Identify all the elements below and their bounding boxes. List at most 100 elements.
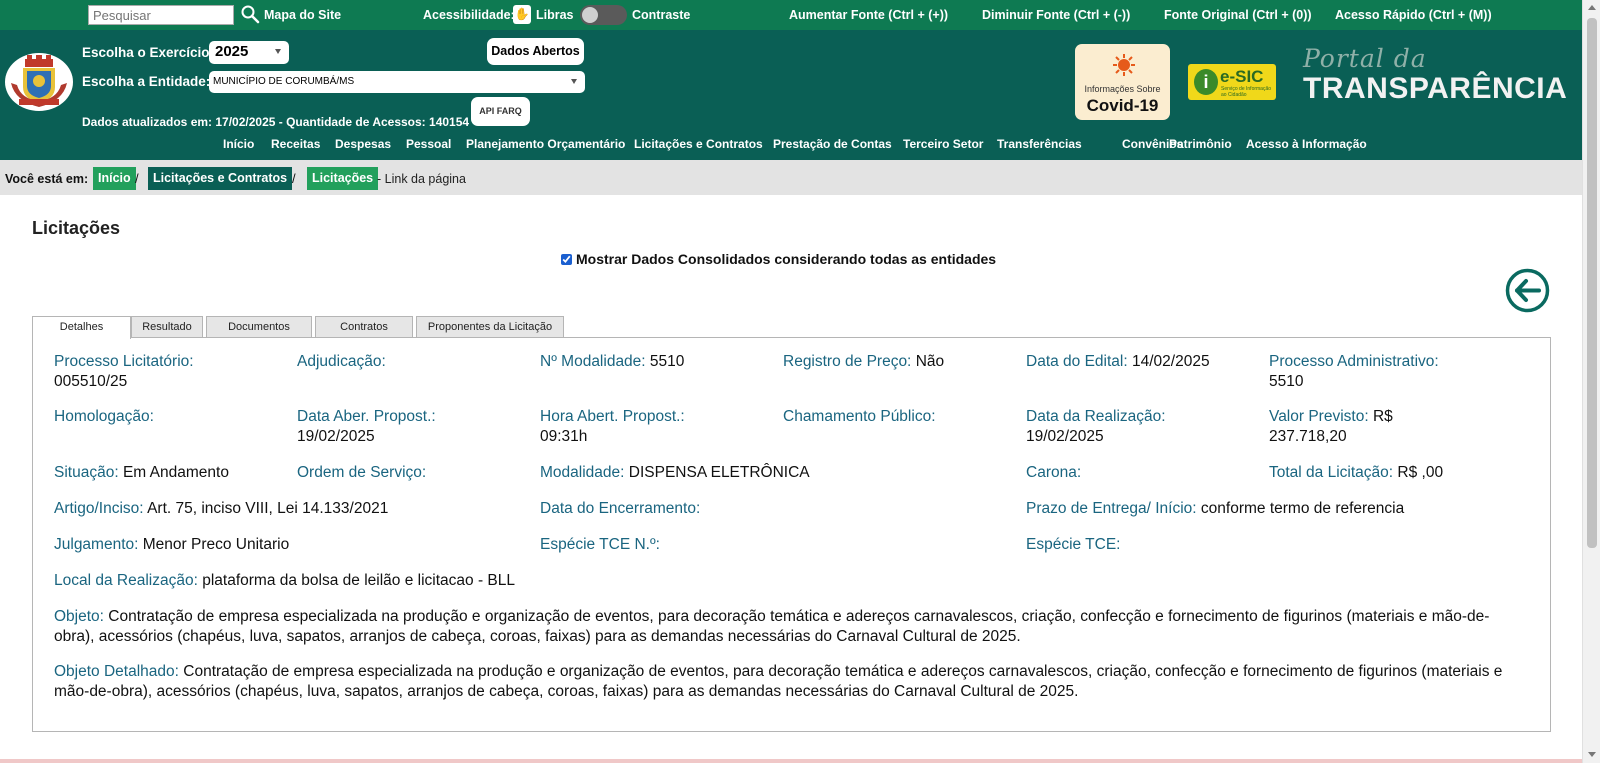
menu-item-transferencias[interactable]: Transferências [997, 137, 1082, 151]
tab-detalhes[interactable]: Detalhes [32, 316, 131, 339]
breadcrumb-separator: / [135, 171, 139, 186]
field-ordem-servico: Ordem de Serviço: [297, 463, 527, 483]
menu-item-prestacao-contas[interactable]: Prestação de Contas [773, 137, 892, 151]
field-label: Julgamento: [54, 536, 139, 553]
field-total-licitacao: Total da Licitação: R$ ,00 [1269, 463, 1529, 483]
municipality-logo[interactable] [5, 53, 73, 111]
menu-item-planejamento[interactable]: Planejamento Orçamentário [466, 137, 625, 151]
menu-item-acesso-informacao[interactable]: Acesso à Informação [1246, 137, 1367, 151]
toggle-knob [582, 7, 598, 23]
portal-logo-line2: TRANSPARÊNCIA [1303, 72, 1568, 105]
field-value: 19/02/2025 [1026, 428, 1104, 445]
esic-sub-label: Serviço de Informação ao Cidadão [1221, 86, 1272, 98]
font-decrease-link[interactable]: Diminuir Fonte (Ctrl + (-)) [982, 8, 1130, 22]
field-label: Prazo de Entrega/ Início: [1026, 500, 1197, 517]
exercise-select[interactable]: 2025 [209, 41, 289, 64]
tab-documentos[interactable]: Documentos [206, 316, 312, 338]
covid-info-button[interactable]: Informações Sobre Covid-19 [1075, 44, 1170, 120]
field-situacao: Situação: Em Andamento [54, 463, 294, 483]
consolidated-checkbox[interactable] [561, 254, 572, 265]
portal-logo-line1: Portal da [1303, 44, 1427, 73]
breadcrumb: Você está em: Início / Licitações e Cont… [0, 160, 1582, 195]
field-value: 5510 [1269, 373, 1304, 390]
breadcrumb-licitacoes[interactable]: Licitações [307, 167, 379, 190]
field-value: conforme termo de referencia [1200, 500, 1405, 517]
field-label: Objeto: [54, 608, 104, 625]
menu-item-pessoal[interactable]: Pessoal [406, 137, 451, 151]
field-value: DISPENSA ELETRÔNICA [628, 464, 810, 481]
field-label: Carona: [1026, 464, 1082, 481]
field-label: Homologação: [54, 408, 154, 425]
menu-item-licitacoes-contratos[interactable]: Licitações e Contratos [634, 137, 763, 151]
page-link[interactable]: - Link da página [377, 172, 466, 186]
contrast-toggle[interactable] [580, 5, 627, 25]
libras-icon[interactable]: ✋ [513, 5, 531, 24]
quick-access-link[interactable]: Acesso Rápido (Ctrl + (M)) [1335, 8, 1492, 22]
sitemap-link[interactable]: Mapa do Site [264, 8, 341, 22]
menu-item-patrimonio[interactable]: Patrimônio [1169, 137, 1232, 151]
field-local-realizacao: Local da Realização: plataforma da bolsa… [54, 571, 1504, 591]
libras-link[interactable]: Libras [536, 8, 574, 22]
entity-label: Escolha a Entidade: [82, 74, 211, 89]
breadcrumb-licitacoes-contratos[interactable]: Licitações e Contratos [148, 167, 293, 190]
field-label: Modalidade: [540, 464, 625, 481]
breadcrumb-inicio[interactable]: Início [93, 167, 136, 190]
field-objeto-detalhado: Objeto Detalhado: Contratação de empresa… [54, 662, 1504, 702]
field-homologacao: Homologação: [54, 407, 284, 427]
field-label: Data do Edital: [1026, 353, 1128, 370]
field-julgamento: Julgamento: Menor Preco Unitario [54, 535, 524, 555]
field-label: Processo Licitatório: [54, 353, 194, 370]
back-arrow-icon[interactable] [1505, 268, 1550, 313]
field-label: Registro de Preço: [783, 353, 912, 370]
field-hora-abert-propost: Hora Abert. Propost.: 09:31h [540, 407, 770, 447]
field-label: Chamamento Público: [783, 408, 936, 425]
font-original-link[interactable]: Fonte Original (Ctrl + (0)) [1164, 8, 1312, 22]
field-chamamento-publico: Chamamento Público: [783, 407, 1013, 427]
tab-contratos[interactable]: Contratos [315, 316, 413, 338]
header: Escolha o Exercício: 2025 Escolha a Enti… [0, 30, 1582, 160]
field-label: Data Aber. Propost.: [297, 408, 436, 425]
covid-line2: Covid-19 [1086, 96, 1159, 115]
scrollbar-thumb[interactable] [1587, 18, 1597, 548]
field-prazo-entrega: Prazo de Entrega/ Início: conforme termo… [1026, 499, 1526, 519]
contrast-label: Contraste [632, 8, 691, 22]
field-value: Contratação de empresa especializada na … [54, 663, 1503, 700]
consolidated-option[interactable]: Mostrar Dados Consolidados considerando … [561, 251, 996, 267]
font-increase-link[interactable]: Aumentar Fonte (Ctrl + (+)) [789, 8, 948, 22]
chevron-down-icon [275, 49, 281, 54]
menu-item-terceiro-setor[interactable]: Terceiro Setor [903, 137, 983, 151]
field-value: 14/02/2025 [1132, 353, 1210, 370]
entity-select[interactable]: MUNICÍPIO DE CORUMBÁ/MS [209, 71, 585, 93]
breadcrumb-label: Você está em: [5, 172, 89, 186]
coat-of-arms-icon [11, 55, 67, 107]
field-value: 005510/25 [54, 373, 128, 390]
field-data-edital: Data do Edital: 14/02/2025 [1026, 352, 1256, 372]
field-data-realizacao: Data da Realização: 19/02/2025 [1026, 407, 1256, 447]
menu-item-receitas[interactable]: Receitas [271, 137, 320, 151]
field-value: 5510 [649, 353, 685, 370]
api-sub-label: FARQ [496, 106, 522, 116]
field-label: Objeto Detalhado: [54, 663, 179, 680]
vertical-scrollbar[interactable] [1582, 0, 1600, 763]
scroll-down-icon[interactable] [1588, 752, 1596, 757]
field-valor-previsto: Valor Previsto: R$ 237.718,20 [1269, 407, 1429, 447]
esic-button[interactable]: i e-SIC Serviço de Informação ao Cidadão [1188, 64, 1276, 100]
search-input[interactable] [88, 5, 234, 25]
menu-item-inicio[interactable]: Início [223, 137, 254, 151]
covid-line1: Informações Sobre [1084, 84, 1161, 94]
field-value: Art. 75, inciso VIII, Lei 14.133/2021 [147, 500, 389, 517]
field-label: Data da Realização: [1026, 408, 1166, 425]
chevron-down-icon [571, 79, 577, 84]
search-icon[interactable] [240, 4, 260, 24]
esic-label: e-SIC [1220, 67, 1264, 86]
entity-value: MUNICÍPIO DE CORUMBÁ/MS [213, 76, 355, 87]
api-button[interactable]: API FARQ [471, 97, 530, 126]
exercise-label: Escolha o Exercício: [82, 45, 215, 60]
menu-item-despesas[interactable]: Despesas [335, 137, 391, 151]
tab-resultado[interactable]: Resultado [131, 316, 203, 338]
field-n-modalidade: Nº Modalidade: 5510 [540, 352, 770, 372]
top-bar: Mapa do Site Acessibilidade: ✋ Libras Co… [0, 0, 1582, 30]
open-data-button[interactable]: Dados Abertos [487, 38, 584, 65]
tab-proponentes[interactable]: Proponentes da Licitação [416, 316, 564, 338]
scroll-up-icon[interactable] [1588, 5, 1596, 10]
